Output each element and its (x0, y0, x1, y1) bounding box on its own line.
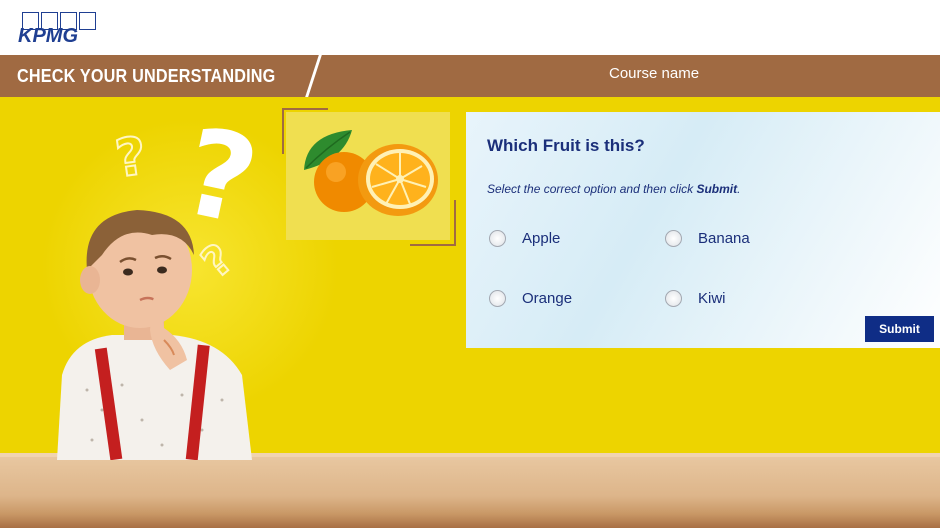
instruction-text: Select the correct option and then click (487, 182, 697, 196)
question-instruction: Select the correct option and then click… (487, 182, 740, 196)
top-bar: KPMG (0, 0, 940, 55)
radio-button[interactable] (489, 290, 506, 307)
kpmg-logo: KPMG (18, 12, 100, 47)
section-title: CHECK YOUR UNDERSTANDING (17, 66, 276, 86)
course-name: Course name (609, 65, 700, 82)
option-label: Kiwi (698, 290, 726, 307)
option-banana[interactable]: Banana (665, 230, 750, 247)
fruit-image (286, 112, 450, 240)
logo-text: KPMG (18, 25, 78, 47)
title-divider (304, 53, 323, 99)
orange-image (304, 130, 438, 216)
option-orange[interactable]: Orange (489, 290, 572, 307)
title-bar: CHECK YOUR UNDERSTANDING Course name (0, 53, 940, 99)
option-label: Apple (522, 230, 561, 247)
question-title: Which Fruit is this? (487, 136, 645, 155)
radio-button[interactable] (489, 230, 506, 247)
instruction-action: Submit (696, 182, 738, 196)
radio-button[interactable] (665, 290, 682, 307)
wooden-table (0, 457, 940, 528)
radio-button[interactable] (665, 230, 682, 247)
option-label: Orange (522, 290, 573, 307)
option-label: Banana (698, 230, 750, 247)
option-kiwi[interactable]: Kiwi (665, 290, 726, 307)
instruction-suffix: . (737, 182, 741, 196)
option-apple[interactable]: Apple (489, 230, 560, 247)
submit-button[interactable]: Submit (865, 316, 934, 342)
thinking-child-image (57, 210, 252, 460)
